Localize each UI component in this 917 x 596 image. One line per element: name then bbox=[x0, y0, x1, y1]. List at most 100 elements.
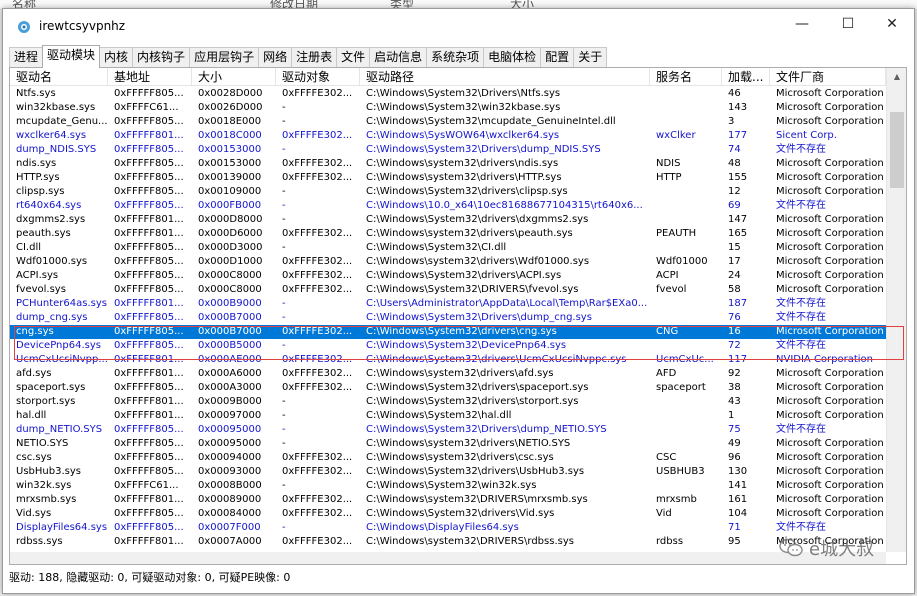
cell-size: 0x000A3000 bbox=[198, 382, 262, 393]
table-row[interactable]: DisplayFiles64.sys 0xFFFFF805... 0x0007F00… bbox=[10, 521, 886, 535]
tab-5[interactable]: 网络 bbox=[258, 47, 293, 67]
vertical-scrollbar[interactable]: ▲ bbox=[886, 68, 906, 552]
table-row[interactable]: rdbss.sys 0xFFFFF801... 0x0007A000 0xFFFFE3… bbox=[10, 535, 886, 549]
cell-svc bbox=[650, 395, 722, 409]
cell-order: 43 bbox=[728, 396, 741, 407]
table-row[interactable]: wxclker64.sys 0xFFFFF801... 0x0018C000 0xFF… bbox=[10, 129, 886, 143]
title-bar[interactable]: irewtcsyvpnhz — ☐ ✕ bbox=[3, 9, 914, 45]
cell-base: 0xFFFFF805... bbox=[114, 312, 184, 323]
cell-vendor: 文件不存在 bbox=[776, 312, 826, 323]
cell-path: C:\Windows\system32\drivers\HTTP.sys bbox=[366, 172, 562, 183]
cell-base: 0xFFFFF805... bbox=[114, 200, 184, 211]
table-row[interactable]: spaceport.sys 0xFFFFF805... 0x000A3000 0xFF… bbox=[10, 381, 886, 395]
table-row[interactable]: win32k.sys 0xFFFFC61... 0x0008B000 - C:\Wind… bbox=[10, 479, 886, 493]
table-row[interactable]: dump_NETIO.SYS 0xFFFFF805... 0x00095000 - C:… bbox=[10, 423, 886, 437]
table-row[interactable]: ACPI.sys 0xFFFFF805... 0x000C8000 0xFFFFE30… bbox=[10, 269, 886, 283]
table-row[interactable]: dump_cng.sys 0xFFFFF805... 0x000B7000 - C:\W… bbox=[10, 311, 886, 325]
cell-base: 0xFFFFF805... bbox=[114, 144, 184, 155]
tab-0[interactable]: 进程 bbox=[9, 47, 44, 67]
cell-name: NETIO.SYS bbox=[16, 438, 69, 449]
table-row[interactable]: afd.sys 0xFFFFF801... 0x000A6000 0xFFFFE302… bbox=[10, 367, 886, 381]
table-row[interactable]: dxgmms2.sys 0xFFFFF801... 0x000D8000 - C:\Wi… bbox=[10, 213, 886, 227]
table-row[interactable]: Vid.sys 0xFFFFF805... 0x00084000 0xFFFFE302… bbox=[10, 507, 886, 521]
cell-svc: NDIS bbox=[656, 158, 681, 169]
table-row[interactable]: PCHunter64as.sys 0xFFFFF801... 0x000B9000 -… bbox=[10, 297, 886, 311]
cell-order: 71 bbox=[728, 522, 741, 533]
column-header: 驱动名 基地址 大小 驱动对象 驱动路径 服务名 加载... 文件厂商 bbox=[10, 68, 886, 86]
table-row[interactable]: hal.dll 0xFFFFF801... 0x00097000 - C:\Window… bbox=[10, 409, 886, 423]
scroll-up-icon[interactable]: ▲ bbox=[887, 68, 906, 86]
tab-1[interactable]: 驱动模块 bbox=[42, 45, 101, 68]
table-row[interactable]: Ntfs.sys 0xFFFFF805... 0x0028D000 0xFFFFE30… bbox=[10, 87, 886, 101]
cell-svc bbox=[650, 339, 722, 353]
cell-path: C:\Windows\system32\drivers\NETIO.SYS bbox=[366, 438, 571, 449]
cell-size: 0x00097000 bbox=[198, 410, 262, 421]
column-header-6[interactable]: 加载... bbox=[722, 68, 770, 86]
tab-10[interactable]: 电脑体检 bbox=[483, 47, 542, 67]
tab-7[interactable]: 文件 bbox=[336, 47, 371, 67]
table-row[interactable]: UsbHub3.sys 0xFFFFF805... 0x00093000 0xFFFF… bbox=[10, 465, 886, 479]
table-row[interactable]: NETIO.SYS 0xFFFFF805... 0x00095000 - C:\Wind… bbox=[10, 437, 886, 451]
cell-name: Vid.sys bbox=[16, 508, 52, 519]
cell-order: 49 bbox=[728, 438, 741, 449]
table-row[interactable]: ndis.sys 0xFFFFF805... 0x00153000 0xFFFFE30… bbox=[10, 157, 886, 171]
cell-base: 0xFFFFF805... bbox=[114, 172, 184, 183]
cell-base: 0xFFFFF805... bbox=[114, 158, 184, 169]
cell-svc bbox=[650, 437, 722, 451]
table-row[interactable]: rt640x64.sys 0xFFFFF805... 0x000FB000 - C:\W… bbox=[10, 199, 886, 213]
tab-11[interactable]: 配置 bbox=[540, 47, 575, 67]
cell-order: 165 bbox=[728, 228, 748, 239]
table-row[interactable]: cng.sys 0xFFFFF805... 0x000B7000 0xFFFFE302… bbox=[10, 325, 886, 339]
cell-name: dump_NETIO.SYS bbox=[16, 424, 103, 435]
tab-6[interactable]: 注册表 bbox=[291, 47, 338, 67]
table-row[interactable]: dump_NDIS.SYS 0xFFFFF805... 0x00153000 - C:\… bbox=[10, 143, 886, 157]
cell-svc: CNG bbox=[656, 326, 679, 337]
table-row[interactable]: CI.dll 0xFFFFF805... 0x000D3000 - C:\Windows… bbox=[10, 241, 886, 255]
table-row[interactable]: clipsp.sys 0xFFFFF805... 0x00109000 - C:\Win… bbox=[10, 185, 886, 199]
table-row[interactable]: mcupdate_Genu... 0xFFFFF805... 0x0018E000 -… bbox=[10, 115, 886, 129]
table-row[interactable]: fvevol.sys 0xFFFFF805... 0x000C8000 0xFFFFE… bbox=[10, 283, 886, 297]
table-row[interactable]: peauth.sys 0xFFFFF801... 0x000D6000 0xFFFFE… bbox=[10, 227, 886, 241]
cell-svc bbox=[650, 297, 722, 311]
column-header-7[interactable]: 文件厂商 bbox=[770, 68, 886, 86]
table-row[interactable]: HTTP.sys 0xFFFFF805... 0x00139000 0xFFFFE30… bbox=[10, 171, 886, 185]
column-header-3[interactable]: 驱动对象 bbox=[276, 68, 360, 86]
cell-obj: 0xFFFFE302... bbox=[282, 270, 353, 281]
table-row[interactable]: storport.sys 0xFFFFF801... 0x0009B000 - C:\W… bbox=[10, 395, 886, 409]
cell-size: 0x000B7000 bbox=[198, 326, 262, 337]
table-row[interactable]: Wdf01000.sys 0xFFFFF805... 0x000D1000 0xFFF… bbox=[10, 255, 886, 269]
column-header-0[interactable]: 驱动名 bbox=[10, 68, 108, 86]
column-header-5[interactable]: 服务名 bbox=[650, 68, 722, 86]
cell-vendor: 文件不存在 bbox=[776, 298, 826, 309]
column-header-4[interactable]: 驱动路径 bbox=[360, 68, 650, 86]
minimize-button[interactable]: — bbox=[779, 9, 825, 39]
close-button[interactable]: ✕ bbox=[869, 9, 915, 39]
cell-obj: - bbox=[282, 438, 286, 449]
horizontal-scrollbar[interactable] bbox=[10, 552, 886, 564]
cell-name: win32kbase.sys bbox=[16, 102, 96, 113]
column-header-1[interactable]: 基地址 bbox=[108, 68, 192, 86]
table-row[interactable]: UcmCxUcsiNvpp... 0xFFFFF801... 0x000AE000 0… bbox=[10, 353, 886, 367]
maximize-button[interactable]: ☐ bbox=[825, 9, 871, 39]
table-row[interactable]: DevicePnp64.sys 0xFFFFF805... 0x000B5000 - C… bbox=[10, 339, 886, 353]
cell-obj: - bbox=[282, 214, 286, 225]
cell-order: 38 bbox=[728, 382, 741, 393]
table-row[interactable]: csc.sys 0xFFFFF805... 0x00094000 0xFFFFE302… bbox=[10, 451, 886, 465]
table-row[interactable]: mrxsmb.sys 0xFFFFF801... 0x00089000 0xFFFFE… bbox=[10, 493, 886, 507]
tab-9[interactable]: 系统杂项 bbox=[426, 47, 485, 67]
scroll-thumb[interactable] bbox=[890, 112, 904, 188]
table-row[interactable]: win32kbase.sys 0xFFFFC61... 0x0026D000 - C:\… bbox=[10, 101, 886, 115]
column-header-2[interactable]: 大小 bbox=[192, 68, 276, 86]
cell-path: C:\Windows\System32\drivers\storport.sys bbox=[366, 396, 579, 407]
tab-4[interactable]: 应用层钩子 bbox=[189, 47, 260, 67]
cell-path: C:\Windows\System32\drivers\dxgmms2.sys bbox=[366, 214, 589, 225]
cell-name: win32k.sys bbox=[16, 480, 72, 491]
tab-12[interactable]: 关于 bbox=[573, 47, 608, 67]
cell-vendor: Microsoft Corporation bbox=[776, 88, 884, 99]
tab-3[interactable]: 内核钩子 bbox=[132, 47, 191, 67]
tab-2[interactable]: 内核 bbox=[99, 47, 134, 67]
cell-vendor: Microsoft Corporation bbox=[776, 242, 884, 253]
cell-obj: - bbox=[282, 480, 286, 491]
cell-path: C:\Windows\System32\drivers\cng.sys bbox=[366, 326, 557, 337]
tab-8[interactable]: 启动信息 bbox=[369, 47, 428, 67]
